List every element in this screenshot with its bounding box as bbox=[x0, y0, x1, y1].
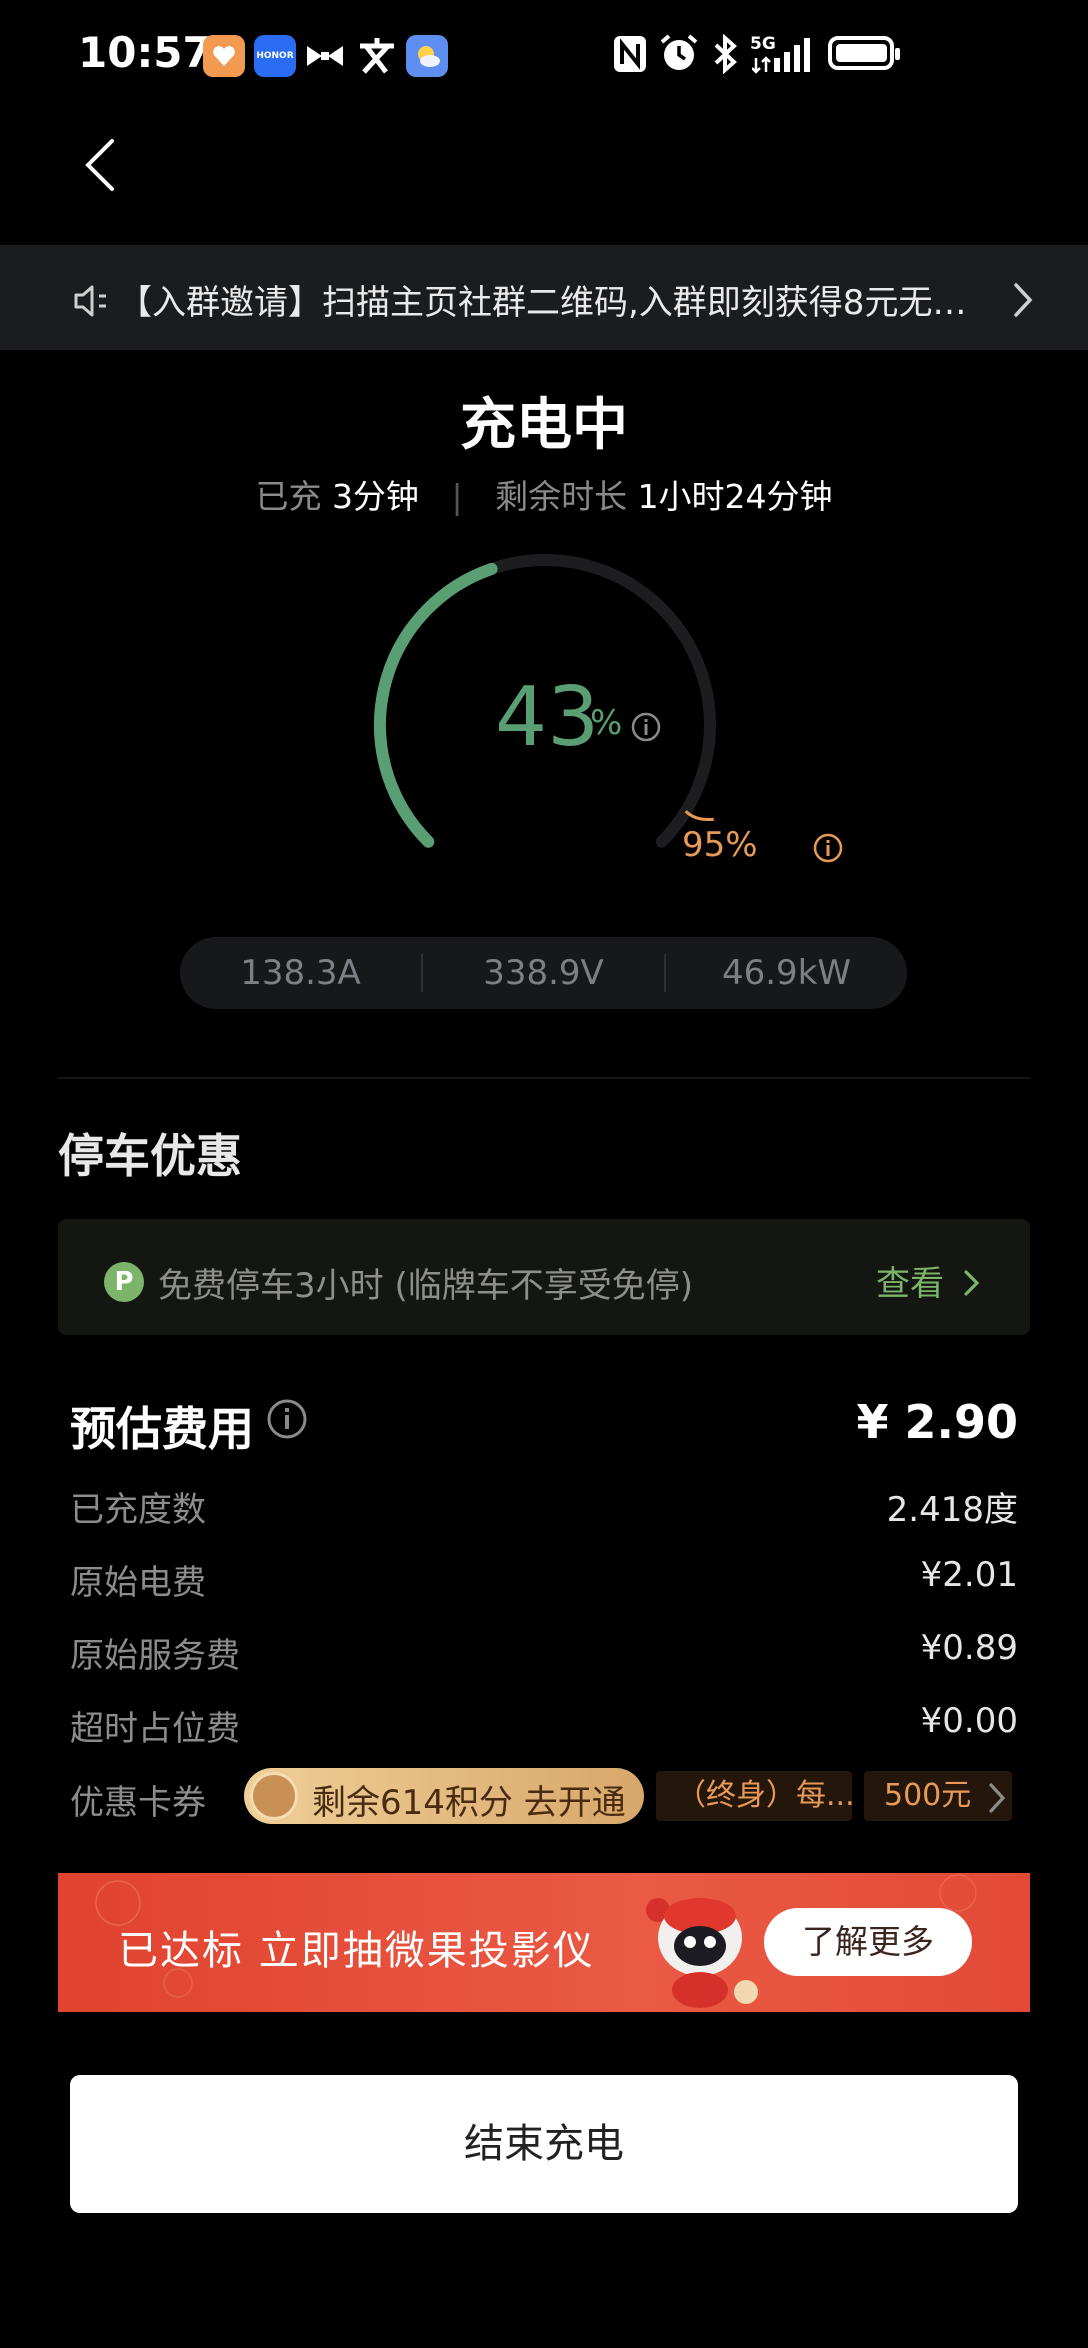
remaining-label: 剩余时长 bbox=[495, 477, 628, 516]
charging-status-title: 充电中 bbox=[460, 393, 628, 458]
voltage-metric: 338.9V bbox=[483, 953, 604, 993]
fee-row-label: 已充度数 bbox=[70, 1490, 206, 1530]
coupon-tag[interactable]: （终身）每... bbox=[656, 1771, 852, 1821]
friend-app-icon bbox=[356, 36, 398, 80]
remaining-value: 1小时24分钟 bbox=[637, 477, 833, 516]
fee-total: ¥ 2.90 bbox=[856, 1395, 1018, 1449]
fee-info-icon[interactable] bbox=[266, 1398, 308, 1444]
gauge-progress bbox=[374, 562, 498, 848]
signal-icon bbox=[751, 36, 814, 78]
coin-icon bbox=[250, 1772, 298, 1820]
charging-metrics: 138.3A 338.9V 46.9kW bbox=[180, 937, 907, 1009]
bow-tie-icon bbox=[304, 38, 346, 78]
speaker-icon bbox=[72, 282, 110, 324]
chevron-right-icon bbox=[964, 1270, 980, 1296]
target-info-icon[interactable] bbox=[812, 832, 844, 868]
charge-percent: 43 bbox=[495, 670, 600, 765]
health-app-icon bbox=[203, 35, 245, 77]
end-charging-button[interactable]: 结束充电 bbox=[70, 2075, 1018, 2213]
charging-duration-line: 已充 3分钟 | 剩余时长 1小时24分钟 bbox=[0, 470, 1088, 518]
fee-title: 预估费用 bbox=[70, 1402, 254, 1456]
target-percent: 95% bbox=[682, 825, 758, 865]
back-button[interactable] bbox=[80, 135, 140, 205]
learn-more-button[interactable]: 了解更多 bbox=[764, 1908, 972, 1976]
bluetooth-icon bbox=[710, 33, 740, 78]
coupon-label: 优惠卡券 bbox=[70, 1783, 206, 1823]
charged-label: 已充 bbox=[255, 477, 322, 516]
parking-link-label: 查看 bbox=[876, 1264, 944, 1304]
power-metric: 46.9kW bbox=[721, 953, 851, 993]
fee-row-label: 原始电费 bbox=[70, 1563, 206, 1603]
info-icon[interactable] bbox=[630, 711, 662, 747]
charge-percent-unit: % bbox=[590, 703, 623, 743]
fee-row-value: ¥2.01 bbox=[920, 1555, 1018, 1595]
points-activate-label: 剩余614积分 去开通 bbox=[312, 1783, 626, 1823]
fee-row-value: 2.418度 bbox=[886, 1490, 1018, 1530]
fee-row-label: 原始服务费 bbox=[70, 1636, 240, 1676]
lion-mascot-icon bbox=[628, 1880, 768, 2012]
parking-text: 免费停车3小时 (临牌车不享受免停) bbox=[158, 1266, 693, 1306]
parking-badge-icon: P bbox=[104, 1262, 144, 1302]
fee-row-label: 超时占位费 bbox=[70, 1709, 240, 1749]
notice-text: 【入群邀请】扫描主页社群二维码,入群即刻获得8元无门槛券 bbox=[118, 283, 998, 323]
alarm-icon bbox=[658, 32, 700, 78]
weather-icon bbox=[406, 35, 448, 77]
banner-text: 已达标 立即抽微果投影仪 bbox=[118, 1928, 595, 1974]
chevron-right-icon[interactable] bbox=[985, 1780, 1009, 1820]
section-divider bbox=[58, 1077, 1030, 1079]
battery-icon bbox=[828, 36, 900, 70]
nfc-icon bbox=[612, 34, 648, 78]
chevron-right-icon[interactable] bbox=[1010, 280, 1036, 324]
charged-value: 3分钟 bbox=[331, 477, 419, 516]
fee-row-value: ¥0.00 bbox=[920, 1701, 1018, 1741]
chevron-left-icon bbox=[85, 139, 114, 191]
separator: | bbox=[451, 477, 463, 516]
fee-row-value: ¥0.89 bbox=[920, 1628, 1018, 1668]
current-metric: 138.3A bbox=[240, 953, 361, 993]
parking-view-link[interactable]: 查看 bbox=[876, 1256, 983, 1305]
parking-title: 停车优惠 bbox=[58, 1129, 242, 1183]
honor-app-icon: HONOR bbox=[254, 35, 296, 77]
status-time: 10:57 bbox=[78, 28, 212, 77]
